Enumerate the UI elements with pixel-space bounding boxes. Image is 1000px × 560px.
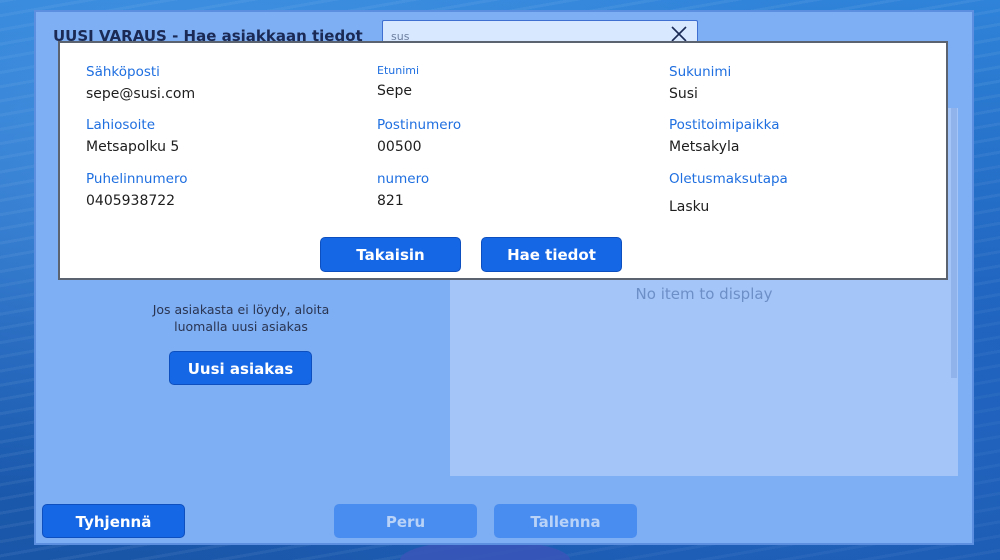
save-button[interactable]: Tallenna [494, 504, 637, 538]
city-value: Metsakyla [669, 139, 740, 155]
address-value: Metsapolku 5 [86, 139, 180, 155]
results-empty-text: No item to display [635, 285, 773, 303]
postcode-label: Postinumero [377, 117, 462, 133]
firstname-value: Sepe [377, 83, 412, 99]
city-field: Postitoimipaikka Metsakyla [669, 117, 779, 155]
lastname-field: Sukunimi Susi [669, 64, 731, 102]
lastname-label: Sukunimi [669, 64, 732, 80]
results-scrollbar[interactable] [951, 108, 957, 378]
back-button[interactable]: Takaisin [320, 237, 461, 272]
number-value: 821 [377, 193, 404, 209]
firstname-label: Etunimi [377, 64, 420, 77]
number-label: numero [377, 171, 430, 187]
postcode-field: Postinumero 00500 [377, 117, 461, 155]
email-field: Sähköposti sepe@susi.com [86, 64, 195, 102]
not-found-hint: Jos asiakasta ei löydy, aloita luomalla … [152, 302, 330, 334]
firstname-field: Etunimi Sepe [377, 64, 419, 99]
address-label: Lahiosoite [86, 117, 156, 133]
postcode-value: 00500 [377, 139, 422, 155]
city-label: Postitoimipaikka [669, 117, 780, 133]
phone-field: Puhelinnumero 0405938722 [86, 171, 187, 209]
phone-value: 0405938722 [86, 193, 176, 209]
email-value: sepe@susi.com [86, 86, 196, 102]
clear-button[interactable]: Tyhjennä [42, 504, 185, 538]
cancel-button[interactable]: Peru [334, 504, 477, 538]
lastname-value: Susi [669, 86, 698, 102]
address-field: Lahiosoite Metsapolku 5 [86, 117, 179, 155]
phone-label: Puhelinnumero [86, 171, 188, 187]
payment-value: Lasku [669, 199, 710, 215]
payment-label: Oletusmaksutapa [669, 171, 788, 187]
number-field: numero 821 [377, 171, 429, 209]
payment-field: Oletusmaksutapa Lasku [669, 171, 788, 215]
email-label: Sähköposti [86, 64, 160, 80]
new-customer-button[interactable]: Uusi asiakas [169, 351, 312, 385]
customer-details-dialog: Sähköposti sepe@susi.com Etunimi Sepe Su… [58, 41, 948, 280]
fetch-details-button[interactable]: Hae tiedot [481, 237, 622, 272]
